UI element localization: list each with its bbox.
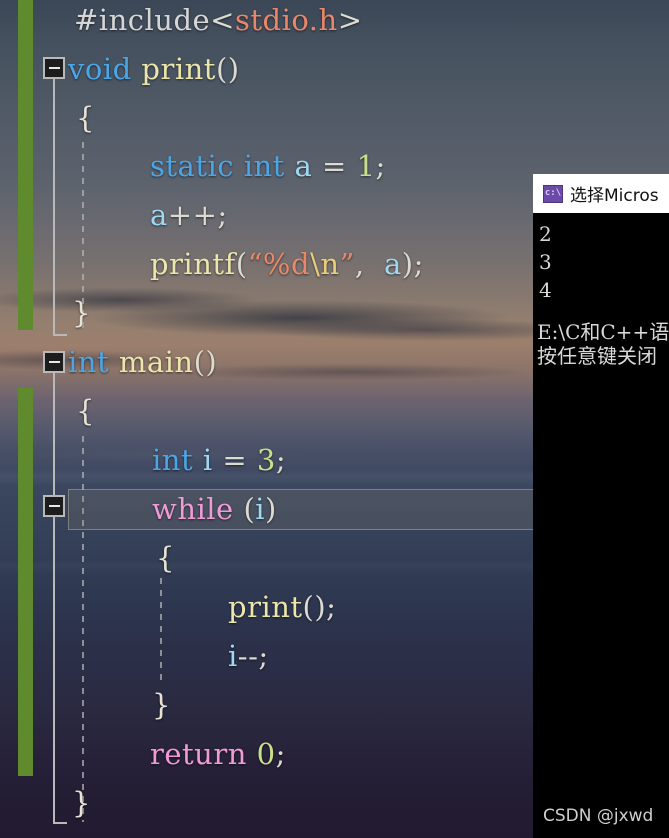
token-identifier: i — [202, 443, 213, 477]
change-indicator-bar — [18, 0, 33, 330]
code-line[interactable]: #include<stdio.h> — [74, 6, 363, 35]
token-string: “%d — [247, 247, 311, 281]
token-punctuation: ; — [275, 443, 287, 477]
token-operator: = — [212, 443, 257, 477]
code-line[interactable]: void print() — [68, 55, 240, 84]
change-indicator-bar — [18, 388, 33, 776]
token-punctuation: () — [193, 345, 218, 379]
current-statement-highlight — [68, 489, 538, 530]
code-line-highlighted[interactable]: while (i) — [152, 495, 277, 524]
token-string: ” — [339, 247, 355, 281]
token-punctuation: () — [215, 52, 240, 86]
token-punctuation: (); — [302, 590, 337, 624]
token-punctuation: , — [354, 247, 384, 281]
console-output-line: 2 — [539, 222, 552, 246]
console-path-line: E:\C和C++语 — [537, 320, 669, 344]
screenshot-root: #include<stdio.h> void print() { static … — [0, 0, 669, 838]
token-identifier: i — [255, 492, 266, 526]
token-function-name: main — [118, 345, 194, 379]
token-function-name: print — [228, 590, 303, 624]
code-line[interactable]: int main() — [68, 348, 217, 377]
token-punctuation: ) — [265, 492, 277, 526]
token-keyword: static int — [150, 149, 285, 183]
minus-icon — [48, 505, 60, 507]
fold-scope-line-main — [53, 373, 55, 822]
token-punctuation: ); — [401, 247, 424, 281]
token-function-name: print — [141, 52, 216, 86]
command-prompt-icon: c:\ — [543, 184, 563, 203]
token-punctuation: < — [210, 3, 235, 37]
token-control-keyword: return — [150, 737, 247, 771]
code-line[interactable]: print(); — [228, 593, 336, 622]
indent-guide-level-2 — [160, 578, 162, 686]
console-window[interactable]: c:\ 选择Micros 2 3 4 E:\C和C++语 按任意键关闭 CSDN… — [533, 174, 669, 838]
code-line[interactable]: return 0; — [150, 740, 286, 769]
token-keyword: int — [68, 345, 110, 379]
token-punctuation: > — [337, 3, 363, 37]
token-number: 0 — [256, 737, 276, 771]
fold-toggle-main-function[interactable] — [43, 351, 65, 373]
token-identifier: a — [294, 149, 313, 183]
fold-toggle-print-function[interactable] — [43, 57, 65, 79]
fold-scope-line-print — [53, 79, 55, 334]
console-prompt-line: 按任意键关闭 — [537, 344, 657, 368]
console-output-line: 4 — [539, 278, 552, 302]
code-line[interactable]: static int a = 1; — [150, 152, 386, 181]
fold-toggle-while-loop[interactable] — [43, 495, 65, 517]
code-line[interactable]: } — [152, 691, 171, 720]
token-punctuation: ( — [243, 492, 256, 526]
minus-icon — [48, 67, 60, 69]
code-line[interactable]: { — [76, 104, 95, 133]
console-output-line: 3 — [539, 250, 552, 274]
token-punctuation: ; — [275, 737, 286, 771]
console-window-title: 选择Micros — [570, 186, 659, 206]
code-line[interactable]: } — [72, 299, 91, 328]
code-line[interactable]: { — [156, 544, 175, 573]
minus-icon — [48, 361, 60, 363]
token-number: 1 — [356, 149, 376, 183]
fold-scope-end-main — [53, 822, 67, 824]
token-punctuation: ( — [235, 247, 248, 281]
code-line[interactable]: a++; — [150, 201, 228, 230]
token-number: 3 — [256, 443, 276, 477]
token-identifier: a — [150, 198, 168, 232]
token-function-name: printf — [150, 247, 236, 281]
code-line[interactable]: int i = 3; — [152, 446, 286, 475]
token-control-keyword: while — [152, 492, 234, 526]
token-preprocessor: #include — [74, 3, 211, 37]
token-keyword: int — [152, 443, 194, 477]
fold-scope-end-print — [53, 334, 67, 336]
token-operator: = — [312, 149, 357, 183]
token-keyword: void — [68, 52, 132, 86]
token-operator: ++; — [167, 198, 228, 232]
console-titlebar[interactable]: c:\ 选择Micros — [533, 174, 669, 213]
token-header-name: stdio.h — [234, 3, 338, 37]
token-escape-sequence: \n — [310, 247, 340, 281]
code-line[interactable]: } — [72, 789, 91, 818]
token-identifier: i — [228, 639, 238, 673]
csdn-watermark: CSDN @jxwd — [543, 806, 654, 826]
token-identifier: a — [384, 247, 402, 281]
token-punctuation: ; — [375, 149, 386, 183]
token-operator: --; — [237, 639, 269, 673]
code-line[interactable]: printf(“%d\n”, a); — [150, 250, 424, 279]
code-line[interactable]: i--; — [228, 642, 269, 671]
code-line[interactable]: { — [76, 397, 95, 426]
